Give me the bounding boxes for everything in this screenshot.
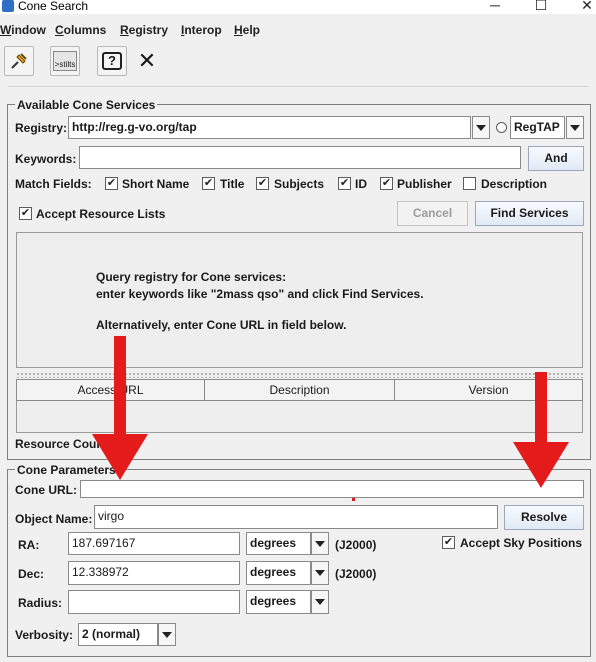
help-icon: ? [102,52,122,70]
app-icon [2,0,14,12]
cone-url-label: Cone URL: [15,483,77,497]
registry-label: Registry: [15,121,68,135]
accept-resource-lists-checkbox[interactable]: ✔ [19,207,32,220]
registry-dropdown-button[interactable] [472,116,490,139]
toolbar-separator [8,86,588,87]
maximize-button[interactable]: ☐ [526,0,556,13]
short-name-checkbox[interactable]: ✔ [105,177,118,190]
menu-columns-mnemonic: C [55,23,64,37]
cone-url-input[interactable] [80,480,584,498]
subjects-checkbox[interactable]: ✔ [256,177,269,190]
menu-window-rest: indow [11,23,46,37]
title-checkbox[interactable]: ✔ [202,177,215,190]
keywords-label: Keywords: [15,152,77,166]
column-header-description[interactable]: Description [204,379,395,401]
results-message-line-2: enter keywords like "2mass qso" and clic… [96,287,424,301]
annotation-arrow-right-shaft [535,372,547,444]
resolve-button[interactable]: Resolve [504,505,584,530]
protocol-dropdown-button[interactable] [566,116,584,139]
accept-sky-positions-checkbox[interactable]: ✔ [442,536,455,549]
results-message-line-1: Query registry for Cone services: [96,270,287,284]
keywords-input[interactable] [79,146,521,169]
subjects-label: Subjects [274,177,325,191]
publisher-label: Publisher [397,177,452,191]
pin-icon [11,53,27,69]
chevron-down-icon [315,570,325,576]
chevron-down-icon [476,124,486,131]
annotation-dot [352,498,355,501]
menu-window-mnemonic: W [0,23,12,37]
menu-registry-rest: egistry [128,23,169,37]
dec-unit-dropdown-button[interactable] [311,561,329,585]
chevron-down-icon [162,631,172,638]
chevron-down-icon [570,124,580,131]
radius-input[interactable] [68,590,240,614]
short-name-label: Short Name [122,177,190,191]
splitter-handle[interactable] [16,372,583,378]
close-icon: ✕ [137,48,157,73]
protocol-combo[interactable]: RegTAP [510,116,565,139]
menu-interop[interactable]: Interop [181,23,222,37]
column-header-version[interactable]: Version [394,379,583,401]
stilts-button[interactable]: >stilts [50,46,80,76]
registry-combo[interactable]: http://reg.g-vo.org/tap [68,116,471,139]
ra-unit-combo[interactable]: degrees [246,532,311,555]
menu-help[interactable]: Help [234,23,260,37]
services-group-title: Available Cone Services [15,98,158,112]
id-label: ID [355,177,367,191]
pin-button[interactable] [4,46,34,76]
chevron-down-icon [315,599,325,605]
annotation-arrow-left-head [92,434,148,480]
radius-unit-combo[interactable]: degrees [246,590,311,614]
ra-input[interactable]: 187.697167 [68,532,240,555]
dec-label: Dec: [18,567,45,581]
verbosity-label: Verbosity: [15,628,74,642]
chevron-down-icon [315,540,325,547]
menu-bar: Window Columns Registry Interop Help [0,18,596,40]
dec-input[interactable]: 12.338972 [68,561,240,585]
menu-window[interactable]: Window [0,23,46,37]
find-services-button[interactable]: Find Services [475,201,584,226]
annotation-arrow-right-head [513,442,569,488]
menu-interop-rest: nterop [184,23,222,37]
dec-unit-combo[interactable]: degrees [246,561,311,585]
menu-help-rest: elp [242,23,261,37]
ra-system-label: (J2000) [335,538,377,552]
results-message-line-3: Alternatively, enter Cone URL in field b… [96,318,347,332]
menu-help-mnemonic: H [234,23,243,37]
column-header-access-url[interactable]: Access URL [16,379,205,401]
annotation-arrow-left-shaft [114,336,126,436]
radius-unit-dropdown-button[interactable] [311,590,329,614]
ra-label: RA: [18,538,40,552]
minimize-button[interactable]: ─ [480,0,510,13]
close-window-button[interactable]: ✕ [572,0,596,13]
menu-columns[interactable]: Columns [55,23,106,37]
window-title: Cone Search [18,0,89,13]
publisher-checkbox[interactable]: ✔ [380,177,393,190]
cancel-button[interactable]: Cancel [397,201,468,226]
title-label: Title [220,177,245,191]
description-checkbox[interactable] [463,177,476,190]
menu-registry[interactable]: Registry [120,23,168,37]
radius-label: Radius: [18,596,63,610]
menu-columns-rest: olumns [63,23,107,37]
and-button[interactable]: And [528,146,584,171]
verbosity-combo[interactable]: 2 (normal) [78,623,158,646]
object-name-input[interactable]: virgo [94,505,498,529]
id-checkbox[interactable]: ✔ [338,177,351,190]
title-bar: Cone Search ─ ☐ ✕ [0,0,596,14]
stilts-icon: >stilts [53,51,77,71]
match-fields-label: Match Fields: [15,177,92,191]
ra-unit-dropdown-button[interactable] [311,532,329,555]
accept-sky-positions-label: Accept Sky Positions [460,536,583,550]
verbosity-dropdown-button[interactable] [158,623,176,646]
object-name-label: Object Name: [15,512,93,526]
dec-system-label: (J2000) [335,567,377,581]
help-button[interactable]: ? [97,46,127,76]
protocol-radio[interactable] [496,122,507,133]
close-dialog-button[interactable]: ✕ [132,46,162,76]
menu-registry-mnemonic: R [120,23,129,37]
accept-resource-lists-label: Accept Resource Lists [36,207,166,221]
description-label: Description [481,177,548,191]
